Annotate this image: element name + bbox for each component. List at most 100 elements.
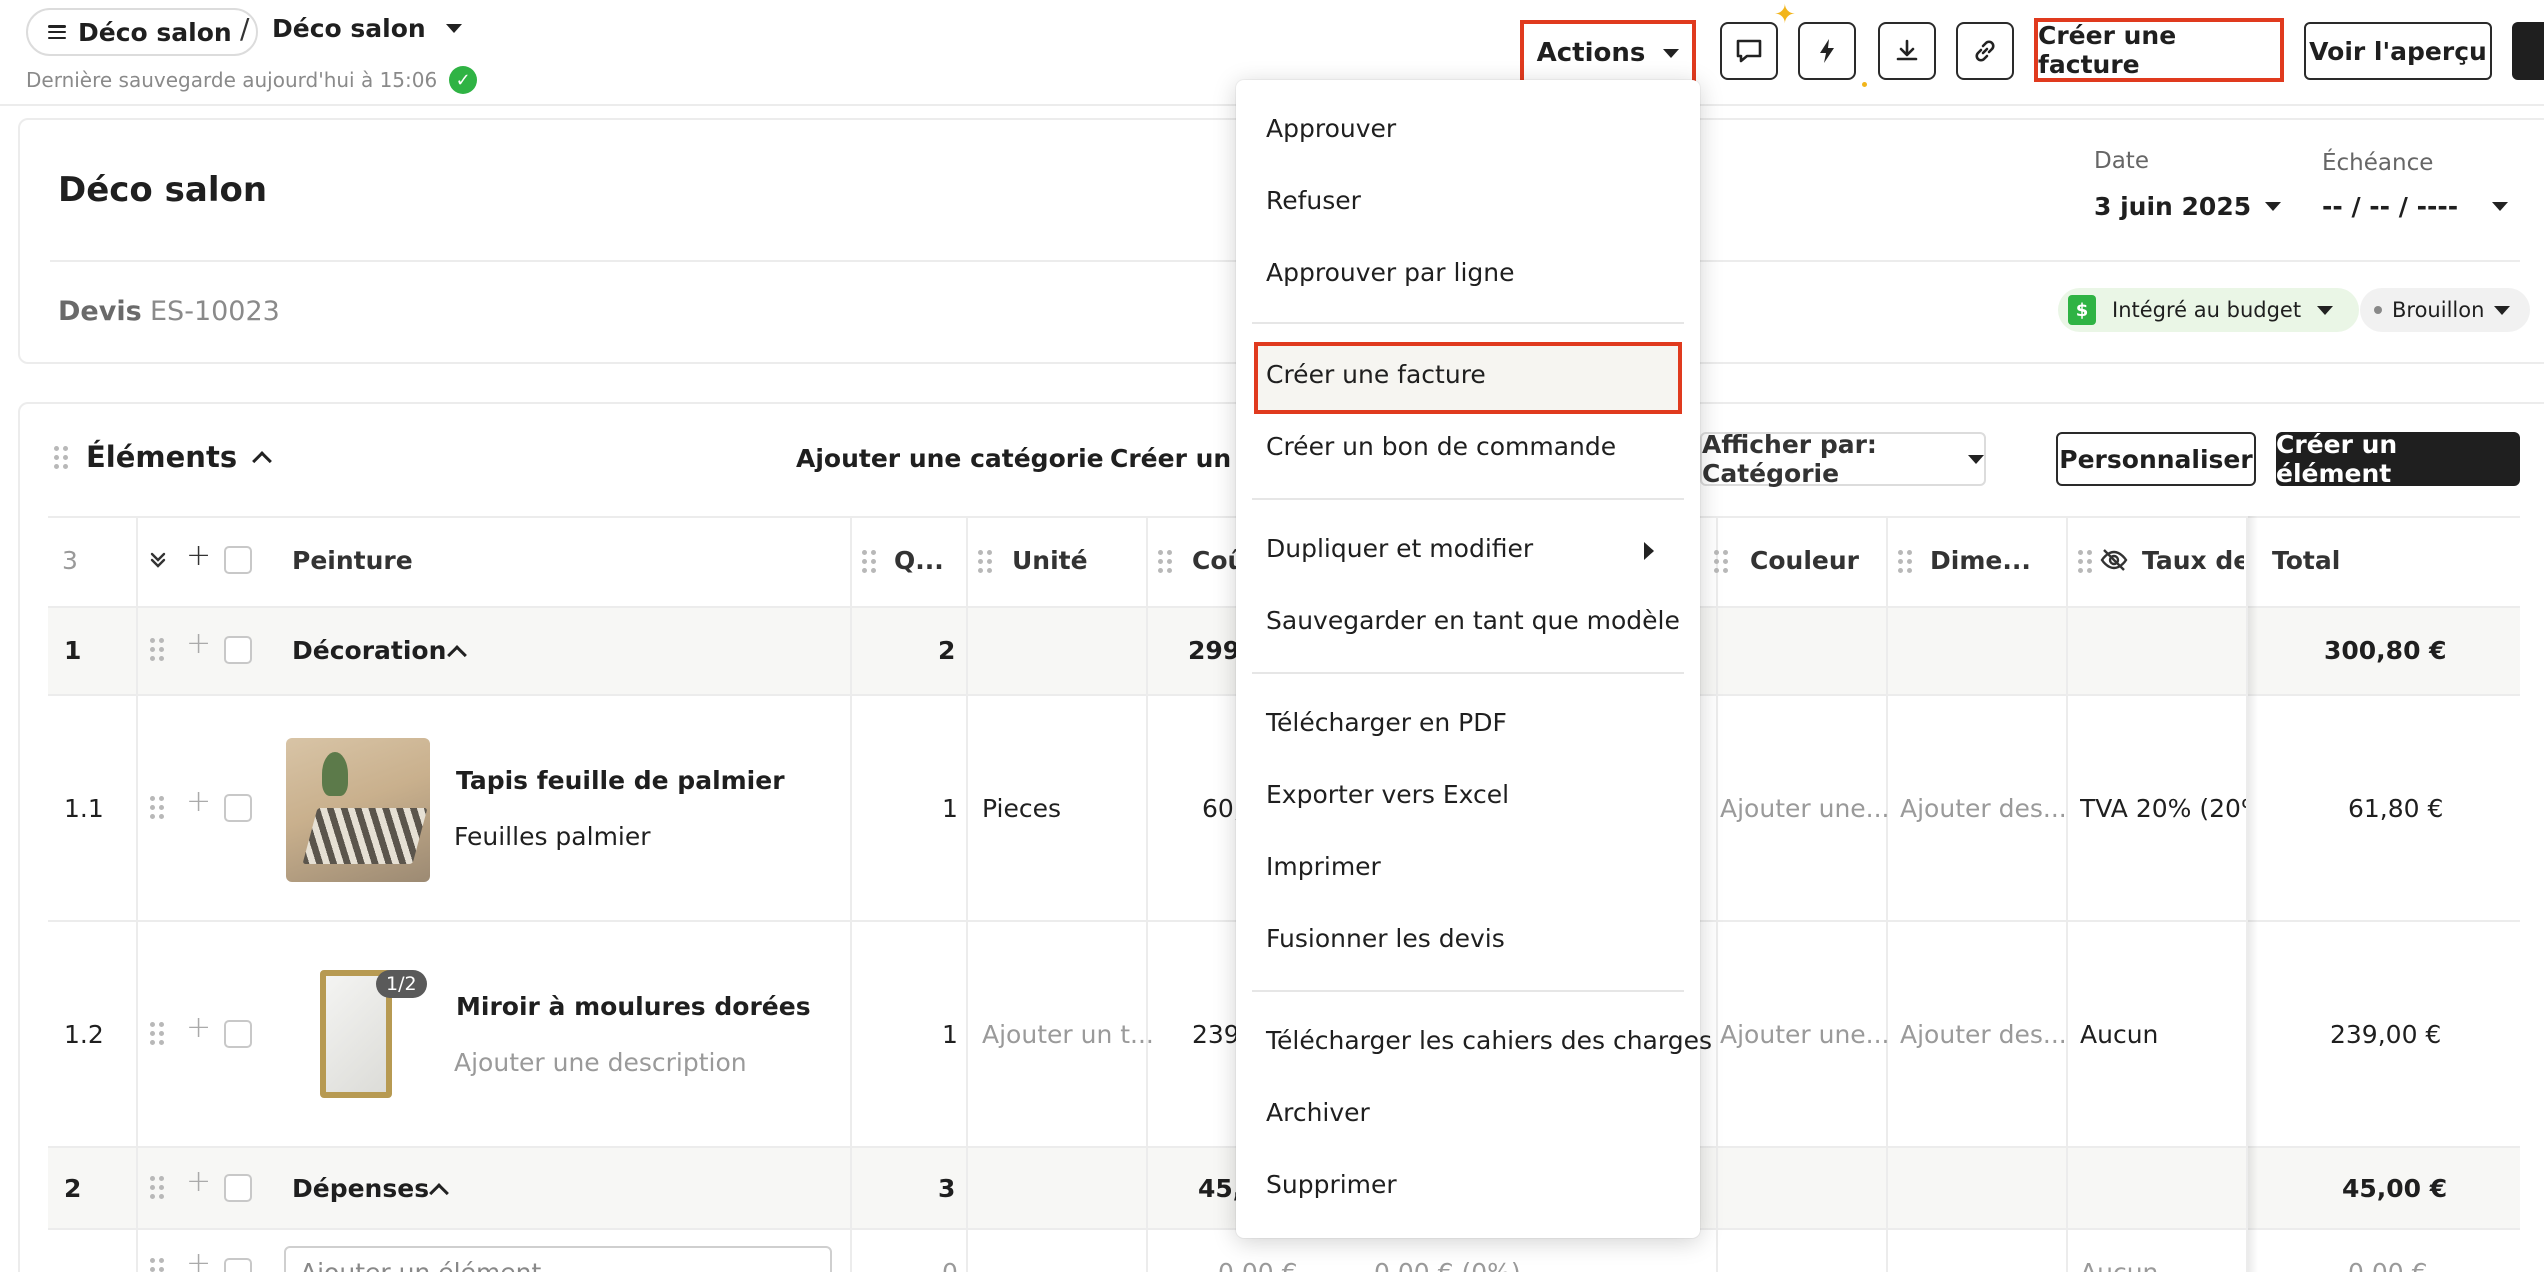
sparkle-icon: ✦ (1774, 0, 1796, 30)
column-header-qty[interactable]: Q... (894, 546, 944, 575)
column-drag-handle-icon[interactable] (1714, 550, 1728, 573)
item-name[interactable]: Miroir à moulures dorées (456, 992, 811, 1021)
item-qty[interactable]: 1 (942, 794, 958, 823)
column-drag-handle-icon[interactable] (978, 550, 992, 573)
comment-button[interactable] (1720, 22, 1778, 80)
elements-section-header[interactable]: Éléments (54, 440, 272, 474)
item-tax[interactable]: TVA 20% (20% (2080, 794, 2246, 823)
eye-slash-icon[interactable] (2100, 548, 2128, 572)
item-dimensions[interactable]: Ajouter des... (1900, 1020, 2067, 1049)
preview-button[interactable]: Voir l'aperçu (2304, 22, 2492, 80)
elements-title: Éléments (86, 440, 238, 474)
new-item-cost-margin[interactable]: 0,00 € (0%) (1374, 1258, 1521, 1272)
actions-button[interactable]: Actions (1520, 20, 1696, 86)
category-name[interactable]: Dépenses (292, 1174, 429, 1203)
column-drag-handle-icon[interactable] (1898, 550, 1912, 573)
item-color[interactable]: Ajouter une... (1720, 794, 1890, 823)
item-unit[interactable]: Ajouter un t... (982, 1020, 1154, 1049)
share-link-button[interactable] (1956, 22, 2014, 80)
status-badge[interactable]: Brouillon (2360, 288, 2531, 332)
chevron-up-icon[interactable] (252, 451, 272, 471)
category-name[interactable]: Décoration (292, 636, 446, 665)
add-row-icon[interactable]: + (186, 784, 211, 819)
column-drag-handle-icon[interactable] (1158, 550, 1172, 573)
drag-handle-icon[interactable] (54, 445, 68, 469)
column-drag-handle-icon[interactable] (2078, 550, 2092, 573)
column-header-color[interactable]: Couleur (1750, 546, 1859, 575)
item-dimensions[interactable]: Ajouter des... (1900, 794, 2067, 823)
column-header-tax[interactable]: Taux de T (2142, 546, 2244, 575)
row-drag-handle-icon[interactable] (150, 1176, 164, 1199)
row-checkbox[interactable] (224, 1020, 252, 1048)
actions-label: Actions (1536, 38, 1646, 68)
menu-item-refuse[interactable]: Refuser (1266, 186, 1361, 215)
row-checkbox[interactable] (224, 636, 252, 664)
select-all-checkbox[interactable] (224, 546, 252, 574)
product-image-rug[interactable] (286, 738, 430, 882)
row-drag-handle-icon[interactable] (150, 1258, 164, 1272)
menu-item-archive[interactable]: Archiver (1266, 1098, 1370, 1127)
date-picker[interactable]: 3 juin 2025 (2094, 192, 2282, 221)
item-description[interactable]: Feuilles palmier (454, 822, 651, 851)
new-item-cost[interactable]: 0,00 € (1218, 1258, 1298, 1272)
menu-separator (1252, 672, 1684, 674)
menu-item-download-specs[interactable]: Télécharger les cahiers des charges (1266, 1026, 1712, 1055)
view-by-select[interactable]: Afficher par: Catégorie (1700, 430, 1986, 488)
menu-item-export-excel[interactable]: Exporter vers Excel (1266, 780, 1509, 809)
add-row-icon[interactable]: + (186, 1010, 211, 1045)
row-checkbox[interactable] (224, 1174, 252, 1202)
row-drag-handle-icon[interactable] (150, 796, 164, 819)
item-unit[interactable]: Pieces (982, 794, 1061, 823)
menu-separator (1252, 498, 1684, 500)
menu-item-merge-quotes[interactable]: Fusionner les devis (1266, 924, 1505, 953)
due-date-picker[interactable]: -- / -- / ---- (2322, 192, 2509, 221)
new-item-total: 0,00 € (2348, 1258, 2428, 1272)
customize-button[interactable]: Personnaliser (2056, 432, 2256, 486)
menu-item-create-invoice[interactable]: Créer une facture (1266, 360, 1486, 389)
hamburger-icon (48, 25, 66, 39)
row-checkbox[interactable] (224, 1258, 252, 1272)
column-header-dimensions[interactable]: Dime... (1930, 546, 2031, 575)
item-description[interactable]: Ajouter une description (454, 1048, 747, 1077)
item-qty[interactable]: 1 (942, 1020, 958, 1049)
new-item-tax[interactable]: Aucun (2080, 1258, 2158, 1272)
download-button[interactable] (1878, 22, 1936, 80)
new-item-qty[interactable]: 0 (942, 1258, 958, 1272)
automation-button[interactable] (1798, 22, 1856, 80)
project-menu-button[interactable]: Déco salon (26, 8, 258, 56)
budget-status-dropdown[interactable]: $ Intégré au budget (2058, 288, 2360, 332)
menu-item-create-purchase-order[interactable]: Créer un bon de commande (1266, 432, 1616, 461)
send-button[interactable] (2512, 22, 2544, 80)
add-row-icon[interactable]: + (186, 538, 211, 573)
menu-item-delete[interactable]: Supprimer (1266, 1170, 1397, 1199)
new-element-input[interactable]: Ajouter un élément (284, 1246, 832, 1272)
menu-item-download-pdf[interactable]: Télécharger en PDF (1266, 708, 1507, 737)
download-icon (1896, 39, 1918, 61)
column-header-unit[interactable]: Unité (1012, 546, 1088, 575)
row-checkbox[interactable] (224, 794, 252, 822)
add-category-button[interactable]: Ajouter une catégorie (796, 444, 1104, 473)
add-row-icon[interactable]: + (186, 1246, 211, 1272)
add-group-button[interactable]: Créer un groupe (1110, 444, 1250, 473)
menu-item-duplicate-edit[interactable]: Dupliquer et modifier (1266, 534, 1533, 563)
menu-item-print[interactable]: Imprimer (1266, 852, 1381, 881)
add-row-icon[interactable]: + (186, 1164, 211, 1199)
column-header-total[interactable]: Total (2272, 546, 2340, 575)
row-drag-handle-icon[interactable] (150, 638, 164, 661)
breadcrumb-current[interactable]: Déco salon (272, 14, 462, 43)
item-total: 61,80 € (2348, 794, 2444, 823)
menu-item-save-as-template[interactable]: Sauvegarder en tant que modèle (1266, 606, 1680, 635)
row-drag-handle-icon[interactable] (150, 1022, 164, 1045)
column-header-name[interactable]: Peinture (292, 546, 413, 575)
menu-item-approve-by-line[interactable]: Approuver par ligne (1266, 258, 1515, 287)
add-row-icon[interactable]: + (186, 626, 211, 661)
menu-item-approve[interactable]: Approuver (1266, 114, 1396, 143)
create-invoice-button[interactable]: Créer une facture (2034, 18, 2284, 82)
create-element-button[interactable]: Créer un élément (2276, 430, 2520, 488)
item-color[interactable]: Ajouter une... (1720, 1020, 1890, 1049)
row-number: 1.1 (64, 794, 104, 823)
column-drag-handle-icon[interactable] (862, 550, 876, 573)
item-name[interactable]: Tapis feuille de palmier (456, 766, 785, 795)
item-tax[interactable]: Aucun (2080, 1020, 2158, 1049)
expand-all-icon[interactable] (148, 550, 168, 570)
